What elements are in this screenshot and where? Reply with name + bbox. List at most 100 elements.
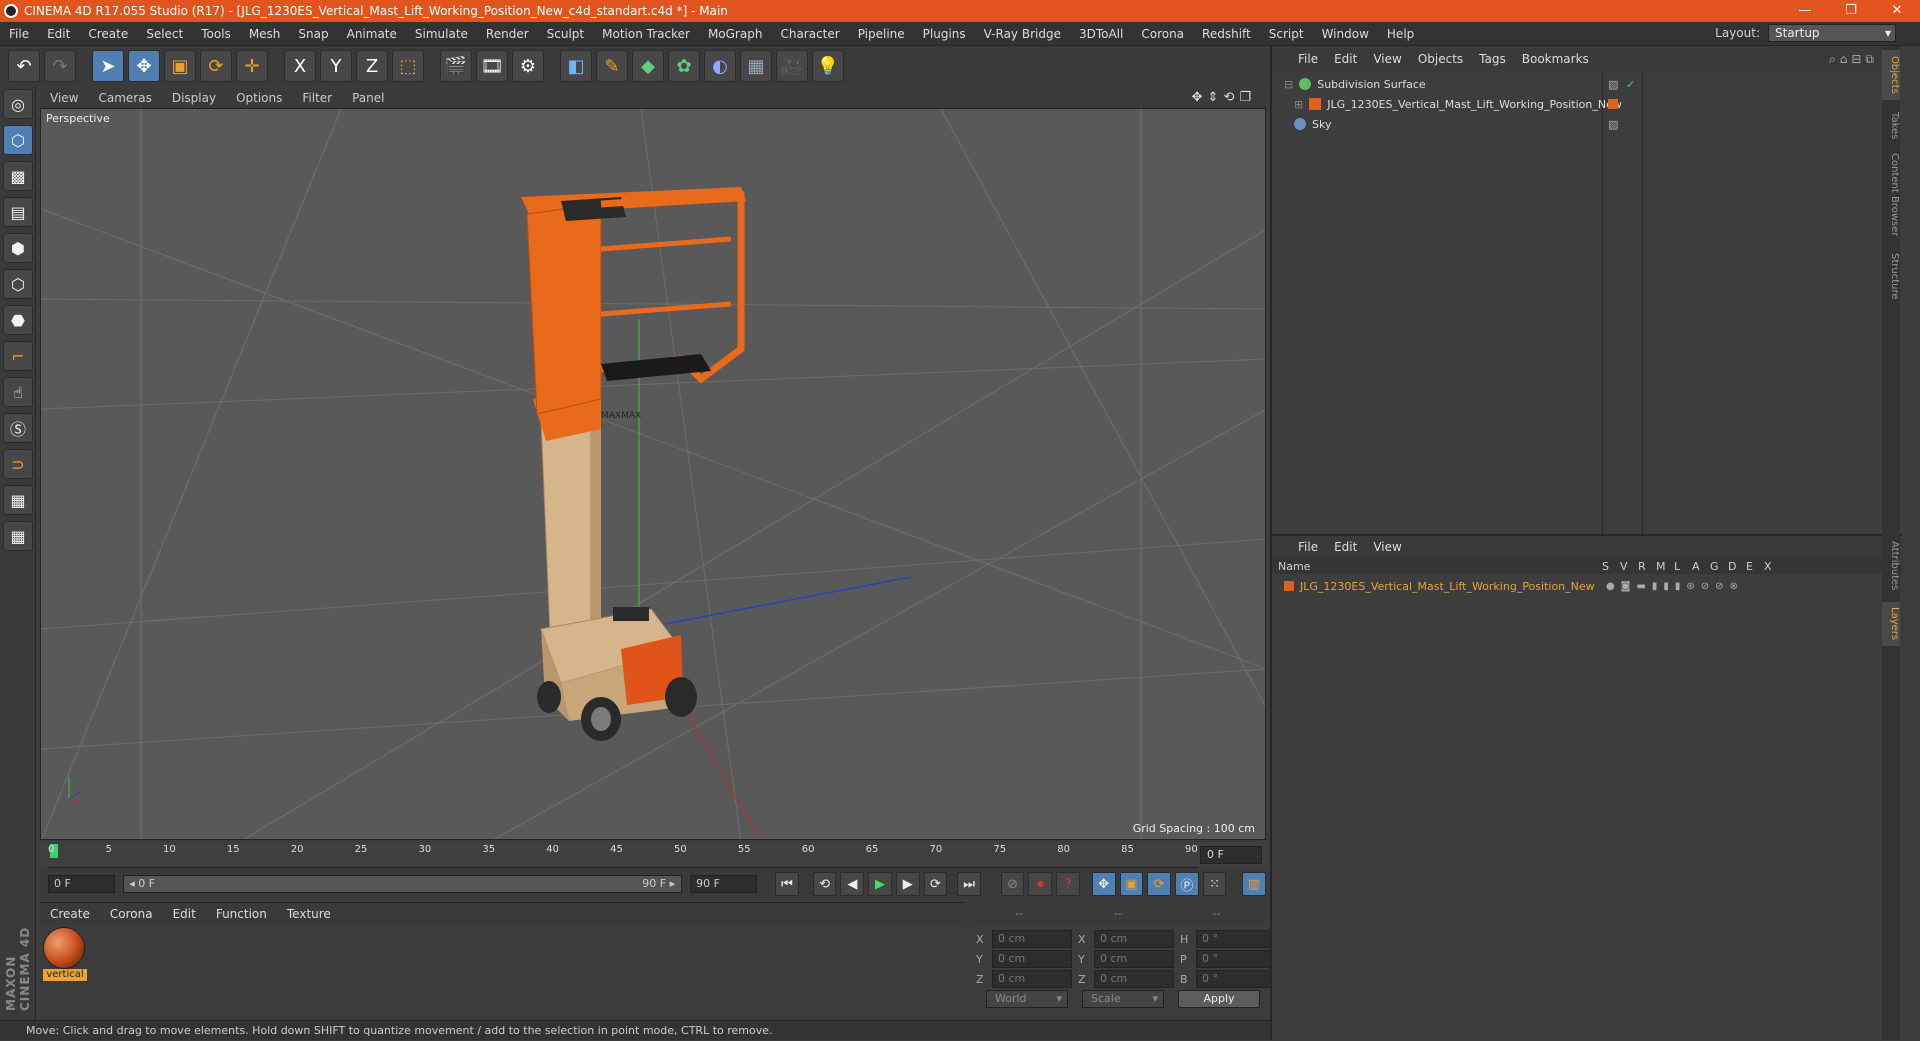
size-y-field[interactable]: 0 cm [1094, 950, 1174, 968]
menu-sculpt[interactable]: Sculpt [538, 27, 593, 41]
menu-mograph[interactable]: MoGraph [699, 27, 772, 41]
object-row[interactable]: Sky ▨ [1272, 114, 1902, 134]
light-icon[interactable]: 💡 [812, 50, 844, 82]
mograph-icon[interactable]: ✿ [668, 50, 700, 82]
redo-icon[interactable]: ↷ [44, 50, 76, 82]
snap-icon[interactable]: Ⓢ [3, 413, 33, 443]
record-keys-icon[interactable]: ⊘ [1000, 872, 1025, 896]
layers-menu-view[interactable]: View [1365, 540, 1409, 554]
render-settings-icon[interactable]: ⚙ [512, 50, 544, 82]
workplane-icon[interactable]: ▤ [3, 197, 33, 227]
objects-menu-view[interactable]: View [1365, 52, 1409, 66]
object-row[interactable]: ⊟ Subdivision Surface ▨ ✓ [1272, 74, 1902, 94]
move-icon[interactable]: ✥ [128, 50, 160, 82]
tab-content-browser[interactable]: Content Browser [1882, 150, 1900, 240]
visibility-icon[interactable]: ▨ [1608, 78, 1618, 91]
viewport-menu-options[interactable]: Options [226, 91, 292, 105]
edges-mode-icon[interactable]: ⬡ [3, 269, 33, 299]
object-manager-tools-icon[interactable]: ⌕⌂⊟⧉ [1829, 52, 1878, 67]
position-y-field[interactable]: 0 cm [992, 950, 1072, 968]
objects-menu-objects[interactable]: Objects [1410, 52, 1471, 66]
menu-simulate[interactable]: Simulate [406, 27, 477, 41]
menu-3dtoall[interactable]: 3DToAll [1070, 27, 1132, 41]
timeline-ruler[interactable]: 0 5 10 15 20 25 30 35 40 45 50 55 60 65 … [48, 842, 1198, 868]
x-axis-icon[interactable]: X [284, 50, 316, 82]
menu-motion-tracker[interactable]: Motion Tracker [593, 27, 699, 41]
visibility-icon[interactable]: ▨ [1608, 118, 1618, 131]
undo-icon[interactable]: ↶ [8, 50, 40, 82]
objects-menu-bookmarks[interactable]: Bookmarks [1514, 52, 1597, 66]
menu-create[interactable]: Create [79, 27, 137, 41]
material-thumbnail[interactable]: vertical [43, 927, 87, 981]
camera-icon[interactable]: 🎥 [776, 50, 808, 82]
select-icon[interactable]: ➤ [92, 50, 124, 82]
menu-plugins[interactable]: Plugins [914, 27, 975, 41]
render-pic-icon[interactable]: 🎞 [476, 50, 508, 82]
tab-takes[interactable]: Takes [1882, 106, 1900, 146]
key-scale-icon[interactable]: ▣ [1119, 872, 1144, 896]
cube-icon[interactable]: ◧ [560, 50, 592, 82]
rotation-p-field[interactable]: 0 ° [1196, 950, 1276, 968]
layer-row[interactable]: JLG_1230ES_Vertical_Mast_Lift_Working_Po… [1272, 576, 1902, 596]
size-z-field[interactable]: 0 cm [1094, 970, 1174, 988]
autokey-icon[interactable]: ⏺ [1028, 872, 1053, 896]
key-pla-icon[interactable]: ⁙ [1202, 872, 1227, 896]
rotation-b-field[interactable]: 0 ° [1196, 970, 1276, 988]
timeline-window-icon[interactable]: ▥ [1242, 872, 1266, 896]
viewport-menu-panel[interactable]: Panel [342, 91, 394, 105]
menu-render[interactable]: Render [477, 27, 538, 41]
menu-script[interactable]: Script [1260, 27, 1313, 41]
menu-animate[interactable]: Animate [338, 27, 406, 41]
size-x-field[interactable]: 0 cm [1094, 930, 1174, 948]
tab-structure[interactable]: Structure [1882, 246, 1900, 306]
scale-icon[interactable]: ▣ [164, 50, 196, 82]
coord-scale-dropdown[interactable]: Scale [1082, 990, 1164, 1008]
position-x-field[interactable]: 0 cm [992, 930, 1072, 948]
coord-system-icon[interactable]: ⬚ [392, 50, 424, 82]
key-parameter-icon[interactable]: Ⓟ [1174, 872, 1199, 896]
key-position-icon[interactable]: ✥ [1091, 872, 1116, 896]
range-slider[interactable]: ◂ 0 F 90 F ▸ [123, 875, 683, 893]
floor-icon[interactable]: ▦ [740, 50, 772, 82]
layer-color-icon[interactable] [1608, 99, 1618, 109]
keyframe-selection-icon[interactable]: ? [1056, 872, 1080, 896]
check-icon[interactable]: ✓ [1626, 78, 1635, 91]
end-frame-field[interactable]: 90 F [690, 875, 758, 893]
menu-file[interactable]: File [0, 27, 38, 41]
timeline[interactable]: 0 5 10 15 20 25 30 35 40 45 50 55 60 65 … [40, 842, 1266, 868]
menu-snap[interactable]: Snap [289, 27, 337, 41]
viewport-menu-filter[interactable]: Filter [292, 91, 342, 105]
prev-frame-icon[interactable]: ◀ [840, 872, 865, 896]
objects-menu-tags[interactable]: Tags [1471, 52, 1514, 66]
menu-corona[interactable]: Corona [1132, 27, 1193, 41]
axis-mode-icon[interactable]: ⌐ [3, 341, 33, 371]
viewport-menu-display[interactable]: Display [162, 91, 226, 105]
layer-flags-icons[interactable]: ●◙▬▮▮▮⊛⊘⊘⊗ [1606, 581, 1744, 592]
material-menu-corona[interactable]: Corona [100, 907, 163, 921]
grid-rotate-icon[interactable]: ▦ [3, 521, 33, 551]
tweak-mode-icon[interactable]: ☝ [3, 377, 33, 407]
next-frame-icon[interactable]: ▶ [895, 872, 920, 896]
next-key-icon[interactable]: ⟳ [923, 872, 948, 896]
close-button[interactable]: ✕ [1874, 0, 1920, 22]
points-mode-icon[interactable]: ⬢ [3, 233, 33, 263]
collapse-icon[interactable]: ⊟ [1284, 78, 1293, 91]
menu-tools[interactable]: Tools [192, 27, 240, 41]
subdivide-icon[interactable]: ◆ [632, 50, 664, 82]
grid-lock-icon[interactable]: ▦ [3, 485, 33, 515]
key-rotation-icon[interactable]: ⟳ [1147, 872, 1171, 896]
viewport-menu-cameras[interactable]: Cameras [88, 91, 161, 105]
coord-mode-dropdown[interactable]: World [986, 990, 1068, 1008]
menu-redshift[interactable]: Redshift [1193, 27, 1260, 41]
menu-window[interactable]: Window [1313, 27, 1378, 41]
deformer-icon[interactable]: ◐ [704, 50, 736, 82]
menu-help[interactable]: Help [1378, 27, 1423, 41]
menu-mesh[interactable]: Mesh [240, 27, 290, 41]
object-row[interactable]: ⊞ JLG_1230ES_Vertical_Mast_Lift_Working_… [1272, 94, 1902, 114]
start-frame-field[interactable]: 0 F [48, 875, 116, 893]
rotate-icon[interactable]: ⟳ [200, 50, 232, 82]
material-menu-texture[interactable]: Texture [277, 907, 341, 921]
apply-button[interactable]: Apply [1178, 990, 1260, 1008]
prev-key-icon[interactable]: ⟲ [812, 872, 837, 896]
maximize-button[interactable]: ❐ [1828, 0, 1874, 22]
